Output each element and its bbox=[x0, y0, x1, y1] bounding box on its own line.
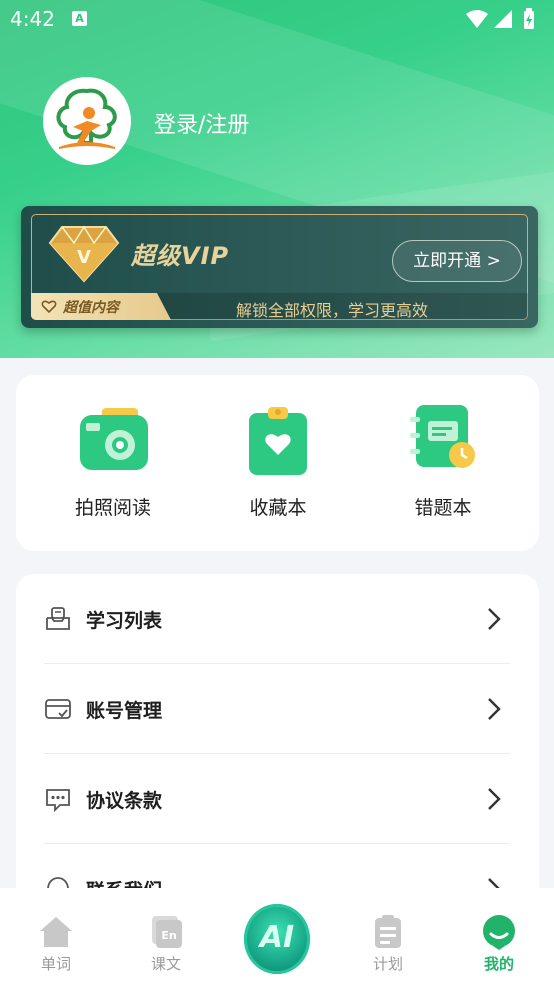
status-time: 4:42 bbox=[10, 7, 55, 31]
svg-text:V: V bbox=[77, 247, 91, 268]
account-card-icon bbox=[44, 695, 72, 723]
quick-action-label: 错题本 bbox=[414, 497, 472, 519]
sim-icon: A bbox=[72, 11, 87, 26]
heart-icon bbox=[41, 298, 57, 318]
logo-tree-icon bbox=[56, 88, 117, 149]
tab-words[interactable]: 单词 bbox=[16, 914, 96, 974]
menu-item-agreement[interactable]: 协议条款 bbox=[44, 754, 510, 844]
svg-text:En: En bbox=[161, 929, 176, 942]
diamond-icon: V bbox=[48, 223, 120, 285]
menu-item-account[interactable]: 账号管理 bbox=[44, 664, 510, 754]
quick-action-photo-read[interactable]: 拍照阅读 bbox=[53, 405, 173, 520]
menu-item-study-list[interactable]: 学习列表 bbox=[44, 574, 510, 664]
wifi-icon bbox=[466, 10, 488, 28]
chevron-right-icon bbox=[486, 696, 502, 722]
tab-label: 单词 bbox=[40, 955, 71, 973]
favorites-clipboard-icon bbox=[241, 405, 315, 475]
quick-action-label: 收藏本 bbox=[249, 497, 307, 519]
vip-slogan: 解锁全部权限，学习更高效 bbox=[236, 301, 429, 320]
open-vip-button[interactable]: 立即开通 > bbox=[392, 240, 522, 282]
tab-label: 课文 bbox=[150, 955, 181, 973]
vip-card[interactable]: V 超级VIP 立即开通 > 超值内容 解锁全部权限，学习更高效 bbox=[21, 206, 538, 328]
home-icon bbox=[38, 914, 74, 950]
ai-assistant-button[interactable]: AI bbox=[244, 904, 310, 974]
clipboard-icon bbox=[370, 914, 406, 950]
settings-menu: 学习列表 账号管理 协议条款 联系我们 bbox=[16, 574, 539, 934]
chevron-right-icon bbox=[486, 606, 502, 632]
ai-label: AI bbox=[259, 920, 295, 955]
profile-smile-icon bbox=[481, 914, 517, 950]
text-en-icon: En bbox=[148, 914, 184, 950]
agreement-chat-icon bbox=[44, 785, 72, 813]
tab-me[interactable]: 我的 bbox=[459, 914, 539, 974]
camera-icon bbox=[76, 405, 150, 475]
menu-item-label: 协议条款 bbox=[86, 790, 163, 812]
vip-tag-label: 超值内容 bbox=[63, 300, 119, 316]
vip-tag: 超值内容 bbox=[31, 293, 171, 320]
chevron-right-icon bbox=[486, 786, 502, 812]
menu-item-label: 账号管理 bbox=[86, 700, 163, 722]
status-icons bbox=[464, 8, 544, 34]
quick-actions-card: 拍照阅读 收藏本 错题本 bbox=[16, 375, 539, 551]
quick-action-label: 拍照阅读 bbox=[74, 497, 151, 519]
tab-label: 计划 bbox=[372, 955, 403, 973]
quick-action-favorites[interactable]: 收藏本 bbox=[218, 405, 338, 520]
signal-icon bbox=[494, 10, 512, 28]
vip-title: 超级VIP bbox=[131, 242, 230, 270]
tab-plan[interactable]: 计划 bbox=[348, 914, 428, 974]
quick-action-mistakes[interactable]: 错题本 bbox=[383, 405, 503, 520]
study-list-icon bbox=[44, 605, 72, 633]
status-bar: 4:42 A bbox=[0, 0, 554, 38]
menu-item-label: 学习列表 bbox=[86, 610, 163, 632]
tab-texts[interactable]: En 课文 bbox=[126, 914, 206, 974]
tab-label: 我的 bbox=[483, 955, 514, 973]
mistakes-notebook-icon bbox=[406, 405, 480, 475]
login-register-link[interactable]: 登录/注册 bbox=[154, 107, 249, 139]
avatar[interactable] bbox=[43, 77, 131, 165]
